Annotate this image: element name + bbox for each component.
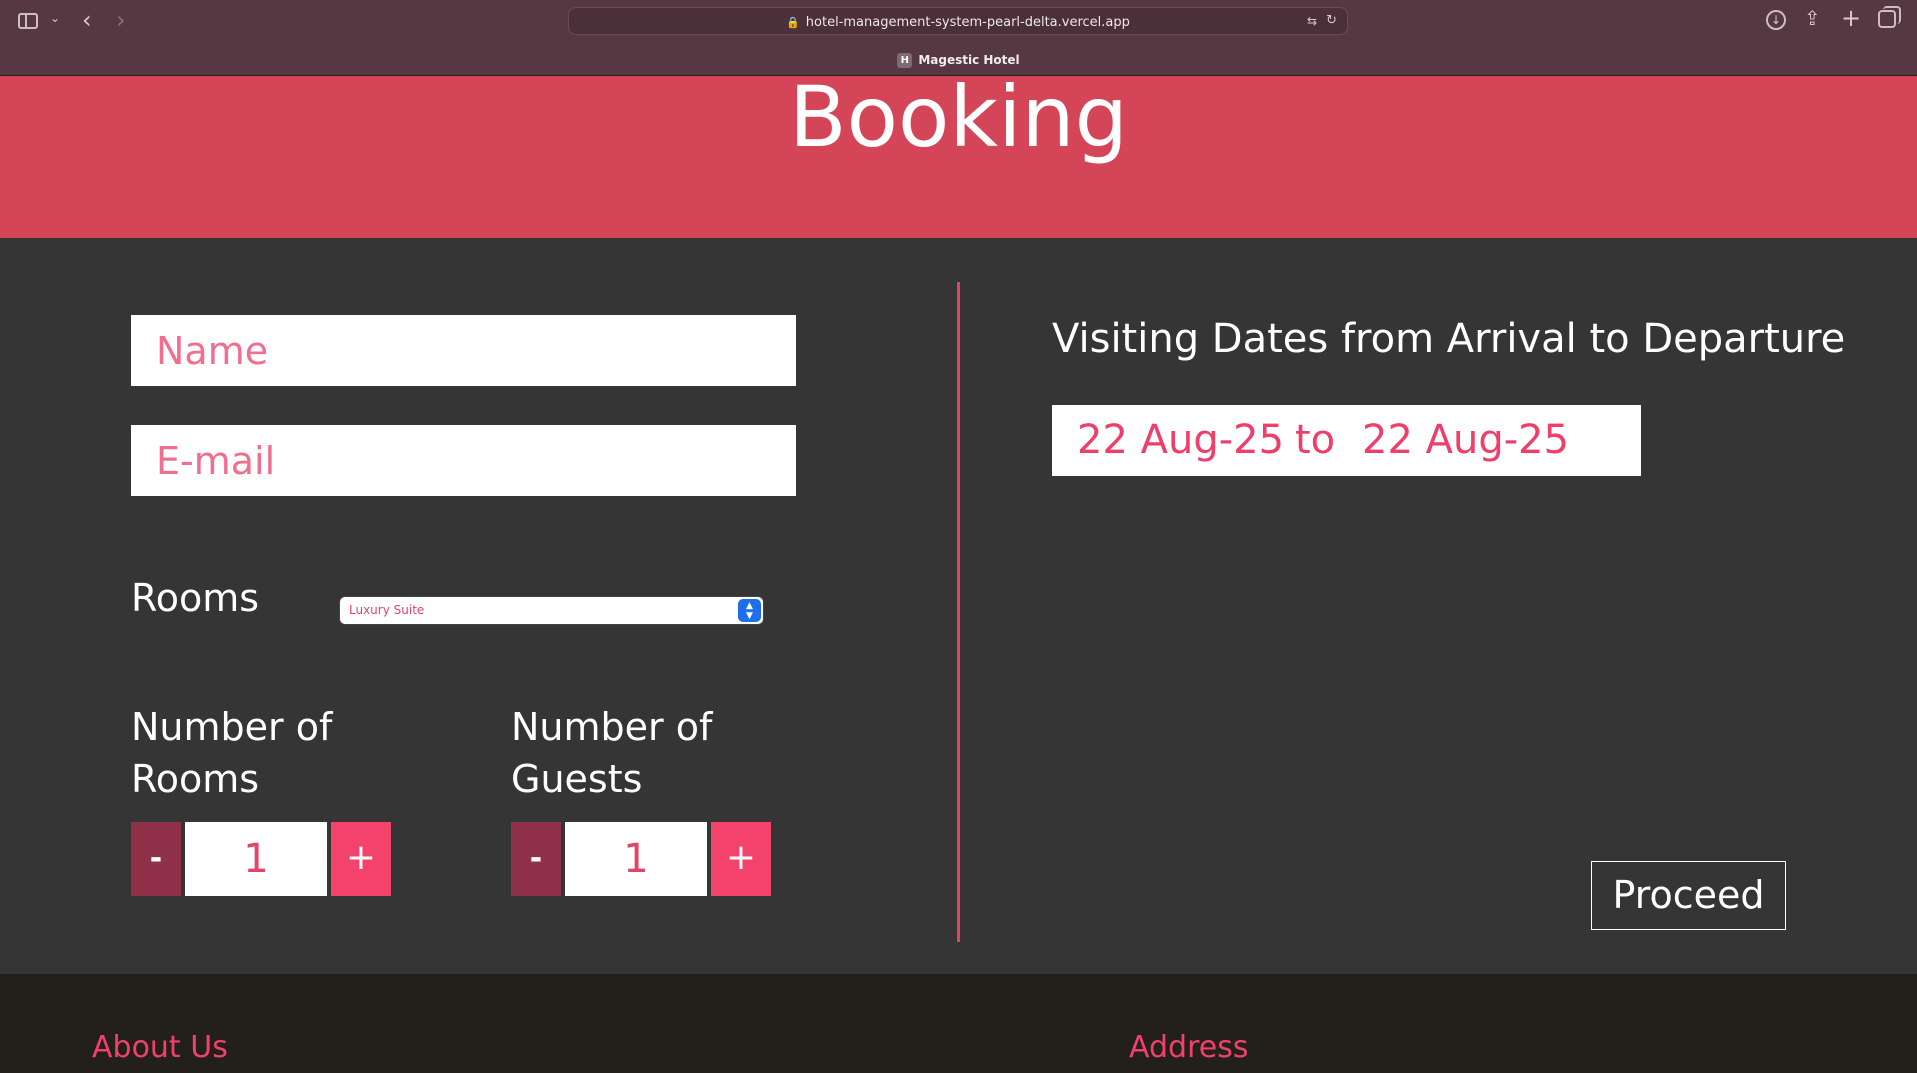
favicon-icon: H xyxy=(897,53,913,68)
new-tab-icon[interactable]: + xyxy=(1841,4,1861,32)
lock-icon: 🔒 xyxy=(786,16,800,29)
footer: About Us Address xyxy=(0,974,1917,1073)
room-type-select[interactable]: Luxury Suite ▲ ▼ xyxy=(339,596,764,625)
tab-title-text: Magestic Hotel xyxy=(918,53,1020,67)
email-field-container xyxy=(131,425,796,496)
tab-overview-icon[interactable] xyxy=(1878,6,1901,28)
room-type-selected: Luxury Suite xyxy=(349,603,425,617)
sidebar-toggle-icon[interactable] xyxy=(18,13,38,29)
address-heading: Address xyxy=(1129,1030,1249,1065)
browser-chrome: ⌄ ‹ › 🔒 hotel-management-system-pearl-del… xyxy=(0,0,1917,76)
number-of-rooms-label-line2: Rooms xyxy=(131,757,260,801)
arrival-date[interactable]: 22 Aug-25 xyxy=(1077,417,1284,463)
rooms-label: Rooms xyxy=(131,576,260,620)
rooms-increment-button[interactable]: + xyxy=(331,822,391,896)
address-bar[interactable]: 🔒 hotel-management-system-pearl-delta.ver… xyxy=(568,7,1348,35)
about-us-heading: About Us xyxy=(92,1030,228,1065)
share-icon[interactable]: ⇪ xyxy=(1804,6,1821,30)
reload-icon[interactable]: ↻ xyxy=(1326,13,1337,28)
proceed-button[interactable]: Proceed xyxy=(1591,861,1786,930)
chevron-down-icon[interactable]: ⌄ xyxy=(50,11,60,25)
number-of-guests-label: Number of Guests xyxy=(511,701,712,805)
rooms-decrement-button[interactable]: - xyxy=(131,822,181,896)
back-arrow-icon[interactable]: ‹ xyxy=(82,6,92,34)
number-of-rooms-label-line1: Number of xyxy=(131,705,333,749)
email-input[interactable] xyxy=(131,425,796,496)
forward-arrow-icon[interactable]: › xyxy=(116,6,126,34)
name-field-container xyxy=(131,315,796,386)
date-separator: to xyxy=(1295,417,1336,463)
booking-header: Booking xyxy=(0,68,1917,238)
guests-increment-button[interactable]: + xyxy=(711,822,771,896)
number-of-guests-label-line2: Guests xyxy=(511,757,643,801)
guests-decrement-button[interactable]: - xyxy=(511,822,561,896)
tab-title[interactable]: H Magestic Hotel xyxy=(0,53,1917,68)
select-arrows-icon: ▲ ▼ xyxy=(738,599,761,622)
number-of-guests-label-line1: Number of xyxy=(511,705,713,749)
name-input[interactable] xyxy=(131,315,796,386)
guests-count-input[interactable]: 1 xyxy=(565,822,707,896)
booking-form-section: Rooms Luxury Suite ▲▼ Number of Rooms Nu… xyxy=(0,238,1917,974)
number-of-rooms-label: Number of Rooms xyxy=(131,701,332,805)
download-icon[interactable]: ↓ xyxy=(1766,10,1786,30)
date-range-picker[interactable]: 22 Aug-25 to 22 Aug-25 xyxy=(1052,405,1641,476)
page-title: Booking xyxy=(789,68,1128,166)
dates-heading: Visiting Dates from Arrival to Departure xyxy=(1052,316,1846,362)
translate-icon[interactable]: ⇆ xyxy=(1307,14,1317,28)
departure-date[interactable]: 22 Aug-25 xyxy=(1362,417,1569,463)
url-text: hotel-management-system-pearl-delta.verc… xyxy=(805,15,1130,30)
rooms-count-input[interactable]: 1 xyxy=(185,822,327,896)
vertical-divider xyxy=(957,282,960,942)
